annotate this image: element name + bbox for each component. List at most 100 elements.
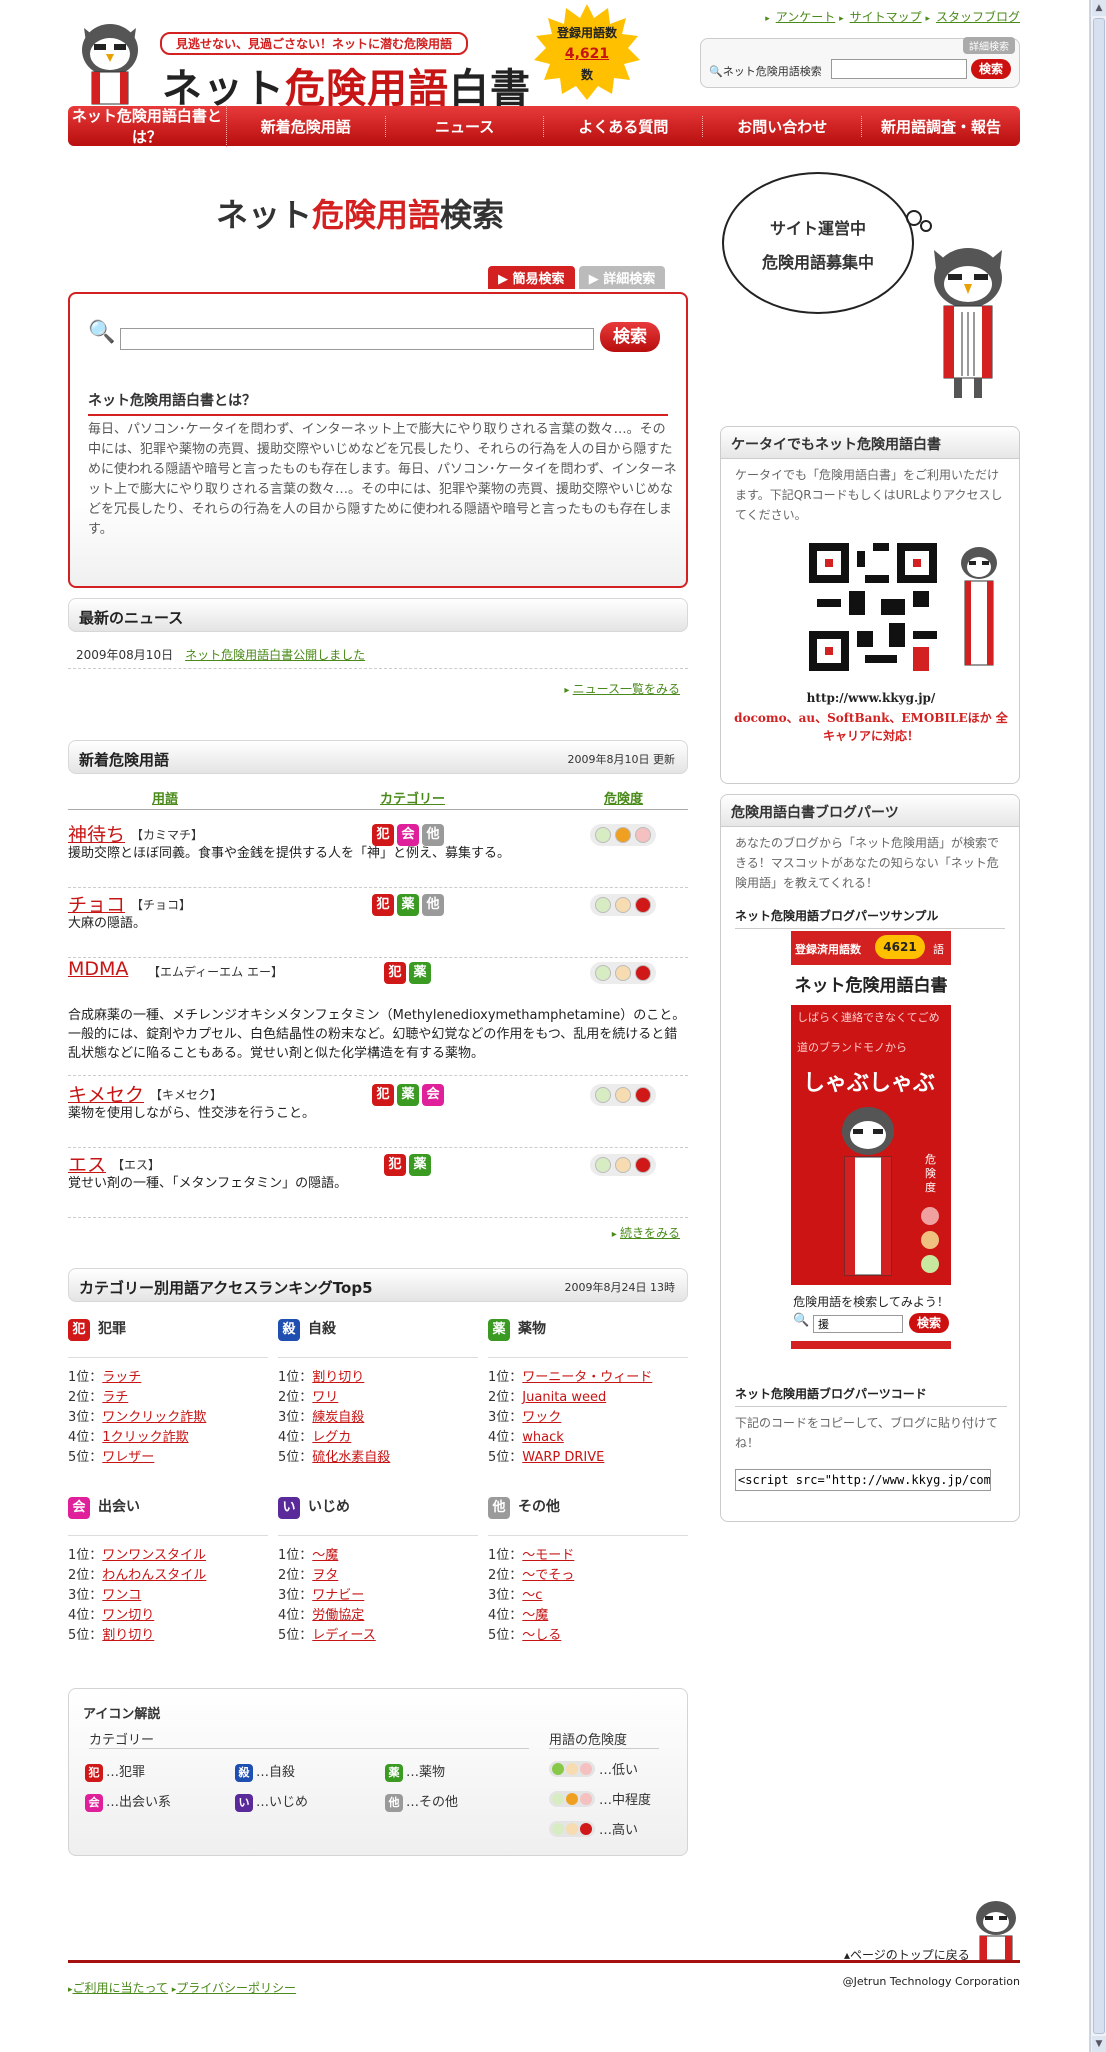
ranking-link[interactable]: ～魔 [312, 1548, 338, 1563]
nav-faq[interactable]: よくある質問 [544, 115, 704, 137]
terms-columns: 用語 カテゴリー 危険度 [68, 788, 688, 810]
risk-mid-icon [615, 897, 631, 913]
ranking-link[interactable]: 硫化水素自殺 [312, 1450, 390, 1465]
ranking-item: 1位：ワーニータ・ウィード [488, 1368, 688, 1388]
nav-about[interactable]: ネット危険用語白書とは？ [68, 105, 227, 147]
widget-search-input[interactable] [813, 1315, 903, 1333]
terms-more-link[interactable]: 続きをみる [612, 1224, 680, 1241]
ranking-item: 1位：ワンワンスタイル [68, 1546, 268, 1566]
detail-search-tab[interactable]: 詳細検索 [963, 37, 1015, 54]
link-staff-blog[interactable]: スタッフブログ [936, 10, 1020, 24]
ranking-link[interactable]: ～魔 [522, 1608, 548, 1623]
widget-search-button[interactable]: 検索 [909, 1313, 949, 1333]
category-icon: 犯 [372, 894, 394, 916]
ranking-category: 犯犯罪 1位：ラッチ 2位：ラチ 3位：ワンクリック詐欺 4位：1クリック詐欺 5位：ワレ… [68, 1318, 268, 1468]
risk-mid-icon [615, 1157, 631, 1173]
rank-suffix: 位： [496, 1588, 523, 1603]
ranking-link[interactable]: わんわんスタイル [102, 1568, 206, 1583]
tab-simple-search[interactable]: ▶ 簡易検索 [488, 266, 575, 289]
term-name[interactable]: エス [68, 1150, 106, 1177]
ranking-link[interactable]: ～モード [522, 1548, 574, 1563]
nav-news[interactable]: ニュース [386, 115, 545, 137]
ranking-item: 5位：ワレザー [68, 1448, 268, 1468]
nav-report[interactable]: 新用語調査・報告 [862, 116, 1020, 137]
ranking-link[interactable]: WARP DRIVE [522, 1450, 604, 1465]
ranking-link[interactable]: 割り切り [102, 1628, 154, 1643]
blog-code-field[interactable] [735, 1469, 991, 1491]
ranking-link[interactable]: ～しる [522, 1628, 561, 1643]
rank-suffix: 位： [76, 1628, 103, 1643]
risk-low-icon [595, 965, 611, 981]
term-name[interactable]: 神待ち [68, 820, 125, 847]
news-link[interactable]: ネット危険用語白書公開しました [185, 648, 365, 662]
ranking-link[interactable]: レグカ [312, 1430, 351, 1445]
term-name[interactable]: キメセク [68, 1080, 144, 1107]
risk-high-icon [635, 965, 651, 981]
header-search-input[interactable] [831, 59, 967, 79]
ranking-link[interactable]: ワン切り [102, 1608, 154, 1623]
ranking-link[interactable]: ラチ [102, 1390, 128, 1405]
scroll-up-icon[interactable]: ▲ [1092, 0, 1106, 16]
category-icon: 会 [85, 1794, 103, 1812]
legend-risk: …高い [549, 1819, 638, 1838]
category-icon: 薬 [409, 1154, 431, 1176]
legend-risk-label: 用語の危険度 [549, 1729, 659, 1749]
ranking-item: 1位：～モード [488, 1546, 688, 1566]
rank-suffix: 位： [496, 1568, 523, 1583]
col-risk[interactable]: 危険度 [604, 788, 643, 807]
mobile-url[interactable]: http://www.kkyg.jp/ [721, 691, 1021, 705]
header-search-button[interactable]: 検索 [971, 59, 1011, 79]
ranking-link[interactable]: ワンワンスタイル [102, 1548, 206, 1563]
ranking-link[interactable]: レディース [312, 1628, 375, 1643]
term-row: MDMA 【エムディーエム エー】犯薬合成麻薬の一種、メチレンジオキシメタンフェタ… [68, 958, 688, 1076]
nav-new-terms[interactable]: 新着危険用語 [227, 115, 386, 137]
link-terms-of-use[interactable]: ご利用に当たって [73, 1981, 168, 1995]
news-more-link[interactable]: ニュース一覧をみる [564, 680, 680, 697]
link-sitemap[interactable]: サイトマップ [850, 10, 922, 24]
ranking-link[interactable]: 練炭自殺 [312, 1410, 364, 1425]
ranking-link[interactable]: ワレザー [102, 1450, 154, 1465]
ranking-category-label: いじめ [308, 1499, 350, 1515]
link-privacy[interactable]: プライバシーポリシー [176, 1981, 296, 1995]
ranking-item: 4位：1クリック詐欺 [68, 1428, 268, 1448]
ranking-link[interactable]: ワリ [312, 1390, 338, 1405]
owl-mascot-logo[interactable] [76, 20, 144, 108]
link-survey[interactable]: アンケート [776, 10, 836, 24]
tab-detail-search[interactable]: ▶ 詳細検索 [578, 266, 666, 289]
ranking-category-header: いいじめ [278, 1496, 478, 1536]
nav-contact[interactable]: お問い合わせ [703, 115, 863, 137]
ranking-link[interactable]: ワンコ [102, 1588, 141, 1603]
ranking-link[interactable]: 割り切り [312, 1370, 364, 1385]
ranking-link[interactable]: 1クリック詐欺 [102, 1430, 188, 1445]
rank-suffix: 位： [496, 1370, 523, 1385]
legend-risk: …低い [549, 1759, 638, 1778]
legend-risk-label: …中程度 [599, 1793, 652, 1808]
ranking-link[interactable]: ワナビー [312, 1588, 364, 1603]
owl-footer-icon [976, 1901, 1016, 1960]
term-name[interactable]: チョコ [68, 890, 125, 917]
legend-category: 他 …その他 [385, 1791, 458, 1812]
col-term[interactable]: 用語 [152, 788, 178, 807]
ranking-link[interactable]: Juanita weed [522, 1390, 606, 1405]
ranking-link[interactable]: ワック [522, 1410, 561, 1425]
vertical-scrollbar[interactable]: ▲ ▼ [1090, 0, 1106, 2052]
scroll-down-icon[interactable]: ▼ [1092, 2036, 1106, 2052]
term-row: エス 【エス】 犯薬覚せい剤の一種、「メタンフェタミン」の隠語。 [68, 1150, 688, 1218]
scrollbar-thumb[interactable] [1093, 18, 1105, 2034]
ranking-link[interactable]: ～c [522, 1588, 542, 1603]
ranking-link[interactable]: ワンクリック詐欺 [102, 1410, 206, 1425]
ranking-item: 1位：ラッチ [68, 1368, 268, 1388]
main-search-button[interactable]: 検索 [600, 322, 660, 352]
ranking-link[interactable]: ヲタ [312, 1568, 338, 1583]
ranking-link[interactable]: ～でそっ [522, 1568, 574, 1583]
ranking-link[interactable]: ワーニータ・ウィード [522, 1370, 652, 1385]
col-category[interactable]: カテゴリー [380, 788, 445, 807]
qr-code-icon[interactable] [809, 543, 937, 671]
ranking-link[interactable]: whack [522, 1430, 564, 1445]
term-categories: 犯薬 [384, 1154, 434, 1176]
term-description: 合成麻薬の一種、メチレンジオキシメタンフェタミン（Methylenedioxym… [68, 1008, 686, 1061]
ranking-link[interactable]: 労働協定 [312, 1608, 364, 1623]
ranking-link[interactable]: ラッチ [102, 1370, 141, 1385]
main-search-input[interactable] [120, 328, 594, 350]
thought-bubble: サイト運営中 危険用語募集中 [722, 172, 914, 314]
